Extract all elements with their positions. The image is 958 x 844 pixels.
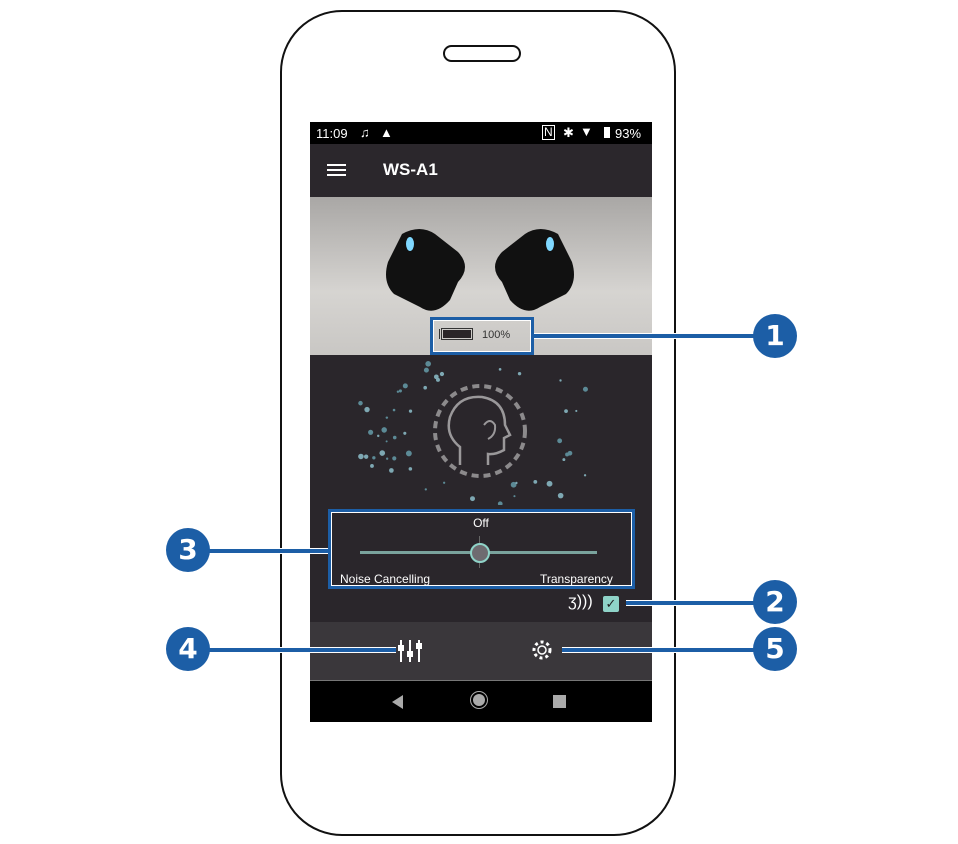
earbuds-image xyxy=(386,229,574,311)
callout-line-1 xyxy=(534,333,756,339)
ambient-dot xyxy=(582,386,588,392)
ambient-dot xyxy=(424,488,427,491)
ambient-dot xyxy=(515,481,518,485)
equalizer-icon[interactable] xyxy=(397,638,423,664)
callout-2: 2 xyxy=(753,580,797,624)
callout-5: 5 xyxy=(753,627,797,671)
ambient-dot xyxy=(358,453,364,460)
ambient-dot xyxy=(557,438,563,444)
ambient-dot xyxy=(564,409,568,413)
ambient-dot xyxy=(575,409,578,413)
ambient-dot xyxy=(358,400,363,406)
ambient-dot xyxy=(398,389,402,393)
ambient-dot xyxy=(439,371,445,377)
ambient-dot xyxy=(423,385,427,390)
ambient-dot xyxy=(497,501,503,505)
battery-icon xyxy=(604,127,610,138)
bluetooth-icon: ✱ xyxy=(563,125,574,140)
ambient-sound-dots xyxy=(358,360,588,505)
ambient-dot xyxy=(562,458,566,462)
ambient-dot xyxy=(405,450,412,457)
ambient-dot xyxy=(559,379,562,382)
callout-4: 4 xyxy=(166,627,210,671)
home-icon[interactable] xyxy=(470,691,488,709)
ambient-dot xyxy=(425,360,431,367)
voice-through-checkbox[interactable]: ✓ xyxy=(603,596,619,612)
ambient-dot xyxy=(498,367,502,371)
ambient-dot xyxy=(546,480,553,487)
ambient-dot xyxy=(377,434,380,438)
status-time: 11:09 xyxy=(316,126,348,141)
ambient-dot xyxy=(557,492,564,499)
callout-line-4 xyxy=(208,647,396,653)
callout-line-2 xyxy=(626,600,756,606)
callout-3: 3 xyxy=(166,528,210,572)
ambient-dot xyxy=(392,456,397,461)
ambient-dot xyxy=(364,406,370,413)
ambient-head-graphic xyxy=(358,360,588,505)
callout-line-3 xyxy=(208,548,328,554)
ambient-dot xyxy=(396,390,400,393)
ambient-dot xyxy=(565,452,569,457)
callout-line-5 xyxy=(562,647,756,653)
ambient-dot xyxy=(385,416,389,419)
hamburger-icon[interactable] xyxy=(327,164,346,176)
ambient-dot xyxy=(379,450,386,456)
phone-speaker xyxy=(443,45,521,62)
callout-box-slider xyxy=(328,509,635,589)
nfc-icon: N xyxy=(542,125,555,140)
app-title: WS-A1 xyxy=(383,160,438,179)
ambient-dot xyxy=(470,496,475,502)
ambient-dot xyxy=(513,495,516,498)
ambient-dot xyxy=(533,479,538,484)
voice-through-ear-icon: ʒ))) xyxy=(568,593,593,610)
ambient-dot xyxy=(423,367,429,373)
ambient-dot xyxy=(385,457,389,460)
status-battery: 93% xyxy=(615,126,642,141)
callout-box-battery xyxy=(430,317,534,355)
ambient-dot xyxy=(392,408,396,412)
ambient-dot xyxy=(408,409,413,413)
warning-icon: ▲ xyxy=(380,125,393,140)
back-icon[interactable] xyxy=(392,695,403,709)
ambient-dot xyxy=(389,468,394,473)
ambient-dot xyxy=(517,371,522,376)
ambient-dot xyxy=(402,383,408,389)
music-note-icon: ♫ xyxy=(360,125,370,140)
ambient-dot xyxy=(392,435,397,440)
ambient-dot xyxy=(381,427,387,433)
ambient-dot xyxy=(368,429,374,435)
status-bar: 11:09 ♫ ▲ N ✱ ▼ 93% xyxy=(310,122,652,144)
ambient-dot xyxy=(385,440,388,443)
android-nav-bar xyxy=(310,680,652,722)
recents-icon[interactable] xyxy=(553,695,566,708)
ambient-dot xyxy=(583,474,587,477)
app-screen: 11:09 ♫ ▲ N ✱ ▼ 93% WS-A1 100% Off Noise… xyxy=(310,122,652,722)
app-bar: WS-A1 xyxy=(310,144,652,197)
ambient-dot xyxy=(433,374,439,380)
ambient-dot xyxy=(363,454,369,459)
settings-icon[interactable] xyxy=(530,638,554,662)
ambient-dot xyxy=(408,467,413,471)
callout-1: 1 xyxy=(753,314,797,358)
ambient-dot xyxy=(372,456,376,460)
ambient-dot xyxy=(443,481,446,484)
ambient-dot xyxy=(403,431,407,435)
wifi-icon: ▼ xyxy=(580,124,593,139)
ambient-dot xyxy=(370,464,374,468)
